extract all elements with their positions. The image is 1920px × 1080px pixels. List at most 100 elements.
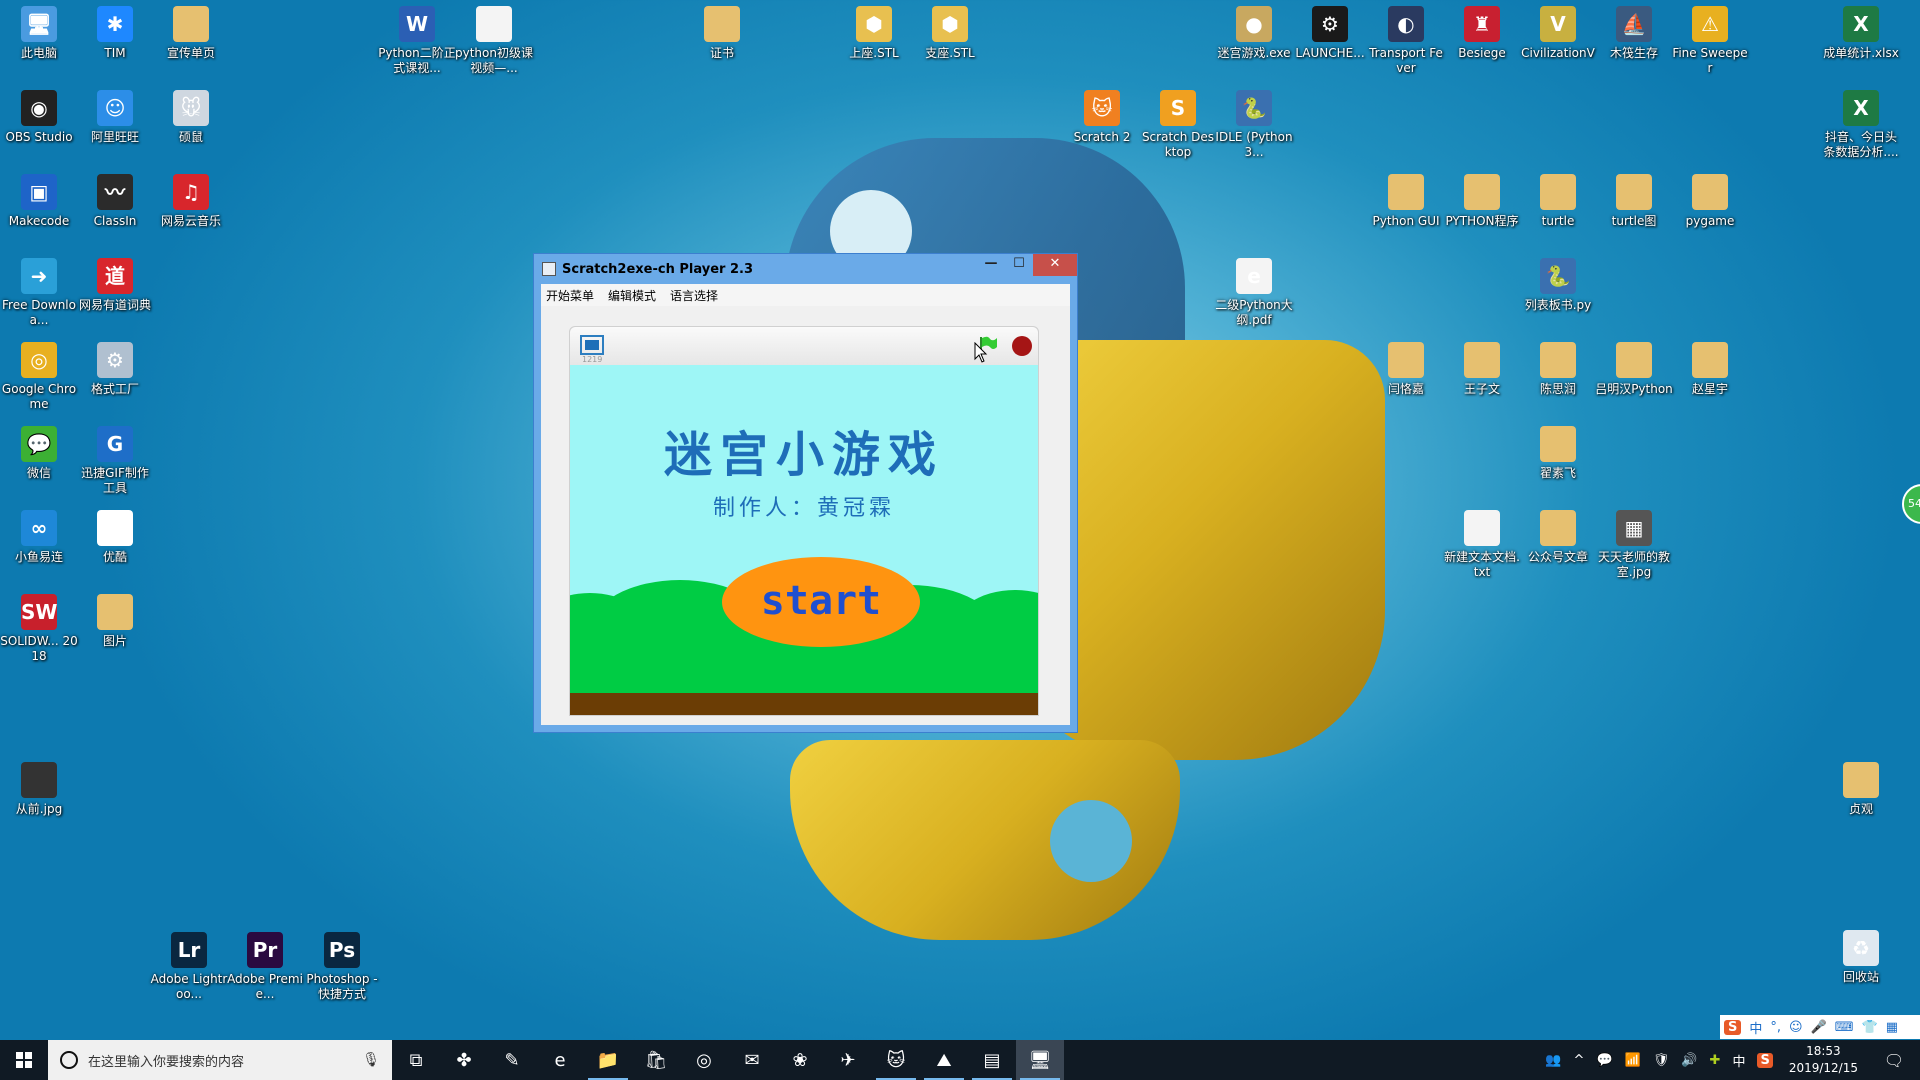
desktop-icon[interactable]: X 抖音、今日头条数据分析.... — [1822, 86, 1900, 160]
taskbar-app-task-view[interactable]: ⧉ — [392, 1040, 440, 1080]
desktop-icon[interactable]: ▶ 优酷 — [76, 506, 154, 565]
desktop-icon[interactable]: Pr Adobe Premie... — [226, 928, 304, 1002]
wifi-icon[interactable]: 📶 — [1625, 1053, 1641, 1068]
desktop-icon[interactable]: python初级课视频—... — [455, 2, 533, 76]
desktop-icon[interactable]: ⛵ 木筏生存 — [1595, 2, 1673, 61]
desktop-icon[interactable]: W Python二阶正式课视... — [378, 2, 456, 76]
desktop-icon[interactable]: X 成单统计.xlsx — [1822, 2, 1900, 61]
desktop-icon[interactable]: 🐍 IDLE (Python 3... — [1215, 86, 1293, 160]
input-language[interactable]: 中 — [1732, 1051, 1745, 1070]
desktop-icon[interactable]: 吕明汉Python — [1595, 338, 1673, 397]
desktop-icon[interactable]: ● 迷宫游戏.exe — [1215, 2, 1293, 61]
desktop-icon[interactable]: 从前.jpg — [0, 758, 78, 817]
microphone-icon[interactable]: 🎙 — [362, 1052, 380, 1068]
desktop-icon[interactable]: 🖥 此电脑 — [0, 2, 78, 61]
desktop-icon[interactable]: 赵星宇 — [1671, 338, 1749, 397]
desktop-icon[interactable]: S Scratch Desktop — [1139, 86, 1217, 160]
desktop-icon[interactable]: ☺ 阿里旺旺 — [76, 86, 154, 145]
sogou-icon[interactable]: S — [1724, 1019, 1742, 1035]
desktop-icon[interactable]: 〰 ClassIn — [76, 170, 154, 229]
desktop-icon[interactable]: 新建文本文档.txt — [1443, 506, 1521, 580]
action-center-icon[interactable]: 🗨 — [1874, 1051, 1914, 1070]
start-button[interactable] — [0, 1040, 48, 1080]
desktop-icon[interactable]: ♫ 网易云音乐 — [152, 170, 230, 229]
desktop-icon[interactable]: 王子文 — [1443, 338, 1521, 397]
desktop-icon[interactable]: ⚠ Fine Sweeper — [1671, 2, 1749, 76]
menu-edit-mode[interactable]: 编辑模式 — [608, 287, 656, 304]
desktop-icon[interactable]: 公众号文章 — [1519, 506, 1597, 565]
minimize-button[interactable]: — — [977, 254, 1005, 276]
360-icon[interactable]: ✚ — [1710, 1053, 1721, 1068]
desktop-icon[interactable]: 🐍 列表板书.py — [1519, 254, 1597, 313]
desktop-icon[interactable]: e 二级Python大纲.pdf — [1215, 254, 1293, 328]
desktop-icon[interactable]: PYTHON程序 — [1443, 170, 1521, 229]
menu-start[interactable]: 开始菜单 — [546, 287, 594, 304]
clock[interactable]: 18:53 2019/12/15 — [1789, 1043, 1858, 1077]
taskbar-app-fan-app[interactable]: ✤ — [440, 1040, 488, 1080]
desktop-icon[interactable]: 闫恪嘉 — [1367, 338, 1445, 397]
desktop-icon[interactable]: ▣ Makecode — [0, 170, 78, 229]
desktop-icon[interactable]: Python GUI — [1367, 170, 1445, 229]
desktop-icon[interactable]: ◉ OBS Studio — [0, 86, 78, 145]
desktop-icon[interactable]: 💬 微信 — [0, 422, 78, 481]
taskbar-app-file-explorer[interactable]: 📁 — [584, 1040, 632, 1080]
desktop-icon[interactable]: Ps Photoshop - 快捷方式 — [303, 928, 381, 1002]
ime-emoji-icon[interactable]: ☺ — [1789, 1020, 1803, 1035]
taskbar-app-edge[interactable]: e — [536, 1040, 584, 1080]
desktop-icon[interactable]: ∞ 小鱼易连 — [0, 506, 78, 565]
start-button[interactable]: start — [722, 557, 920, 647]
desktop-icon[interactable]: 证书 — [683, 2, 761, 61]
desktop-icon[interactable]: ◐ Transport Fever — [1367, 2, 1445, 76]
desktop-icon[interactable]: 翟素飞 — [1519, 422, 1597, 481]
security-icon[interactable]: 🛡 — [1653, 1053, 1670, 1068]
taskbar-app-paint-app[interactable]: ✎ — [488, 1040, 536, 1080]
floating-widget[interactable]: 54 — [1902, 484, 1920, 524]
desktop-icon[interactable]: ♜ Besiege — [1443, 2, 1521, 61]
desktop-icon[interactable]: 宣传单页 — [152, 2, 230, 61]
taskbar-app-app-flower[interactable]: ❀ — [776, 1040, 824, 1080]
desktop-icon[interactable]: turtle图 — [1595, 170, 1673, 229]
stop-icon[interactable] — [1012, 336, 1032, 356]
desktop-icon[interactable]: 陈思润 — [1519, 338, 1597, 397]
people-icon[interactable]: 👥 — [1545, 1053, 1561, 1068]
desktop-icon[interactable]: ⚙ 格式工厂 — [76, 338, 154, 397]
maximize-button[interactable]: ☐ — [1005, 254, 1033, 276]
sogou-tray-icon[interactable]: S — [1757, 1052, 1773, 1068]
desktop-icon[interactable]: ♻ 回收站 — [1822, 926, 1900, 985]
ime-keyboard-icon[interactable]: ⌨ — [1835, 1020, 1854, 1035]
desktop-icon[interactable]: ⚙ LAUNCHE... — [1291, 2, 1369, 61]
taskbar-app-store[interactable]: 🛍 — [632, 1040, 680, 1080]
taskbar-app-feishu[interactable]: ✈ — [824, 1040, 872, 1080]
desktop-icon[interactable]: 贞观 — [1822, 758, 1900, 817]
taskbar-app-photos[interactable]: ⛰ — [920, 1040, 968, 1080]
taskbar-app-scratch[interactable]: 🐱 — [872, 1040, 920, 1080]
desktop-icon[interactable]: ⬢ 上座.STL — [835, 2, 913, 61]
ime-voice-icon[interactable]: 🎤 — [1811, 1020, 1827, 1035]
desktop-icon[interactable]: pygame — [1671, 170, 1749, 229]
wechat-tray-icon[interactable]: 💬 — [1596, 1053, 1612, 1068]
taskbar-app-notepad[interactable]: ▤ — [968, 1040, 1016, 1080]
desktop-icon[interactable]: V CivilizationV — [1519, 2, 1597, 61]
fullscreen-icon[interactable] — [580, 335, 604, 355]
desktop-icon[interactable]: SW SOLIDW... 2018 — [0, 590, 78, 664]
ime-punctuation[interactable]: °, — [1770, 1020, 1781, 1035]
desktop-icon[interactable]: ➜ Free Downloa... — [0, 254, 78, 328]
close-button[interactable]: ✕ — [1033, 254, 1077, 276]
taskbar-search[interactable]: 在这里输入你要搜索的内容 🎙 — [48, 1040, 392, 1080]
desktop-icon[interactable]: ✱ TIM — [76, 2, 154, 61]
ime-chinese-mode[interactable]: 中 — [1749, 1018, 1762, 1037]
ime-toolbox-icon[interactable]: ▦ — [1886, 1020, 1898, 1035]
desktop-icon[interactable]: Lr Adobe Lightroo... — [150, 928, 228, 1002]
desktop-icon[interactable]: 🐭 硕鼠 — [152, 86, 230, 145]
desktop-icon[interactable]: turtle — [1519, 170, 1597, 229]
desktop-icon[interactable]: ▦ 天天老师的教室.jpg — [1595, 506, 1673, 580]
desktop-icon[interactable]: 🐱 Scratch 2 — [1063, 86, 1141, 145]
taskbar-app-chrome[interactable]: ◎ — [680, 1040, 728, 1080]
window-titlebar[interactable]: Scratch2exe-ch Player 2.3 — ☐ ✕ — [534, 254, 1077, 284]
taskbar-app-mail[interactable]: ✉ — [728, 1040, 776, 1080]
show-hidden-icons-chevron[interactable]: ^ — [1574, 1053, 1585, 1068]
desktop-icon[interactable]: 道网易有道词典 — [76, 254, 154, 313]
volume-icon[interactable]: 🔊 — [1681, 1053, 1697, 1068]
menu-language[interactable]: 语言选择 — [670, 287, 718, 304]
desktop-icon[interactable]: G 迅捷GIF制作工具 — [76, 422, 154, 496]
